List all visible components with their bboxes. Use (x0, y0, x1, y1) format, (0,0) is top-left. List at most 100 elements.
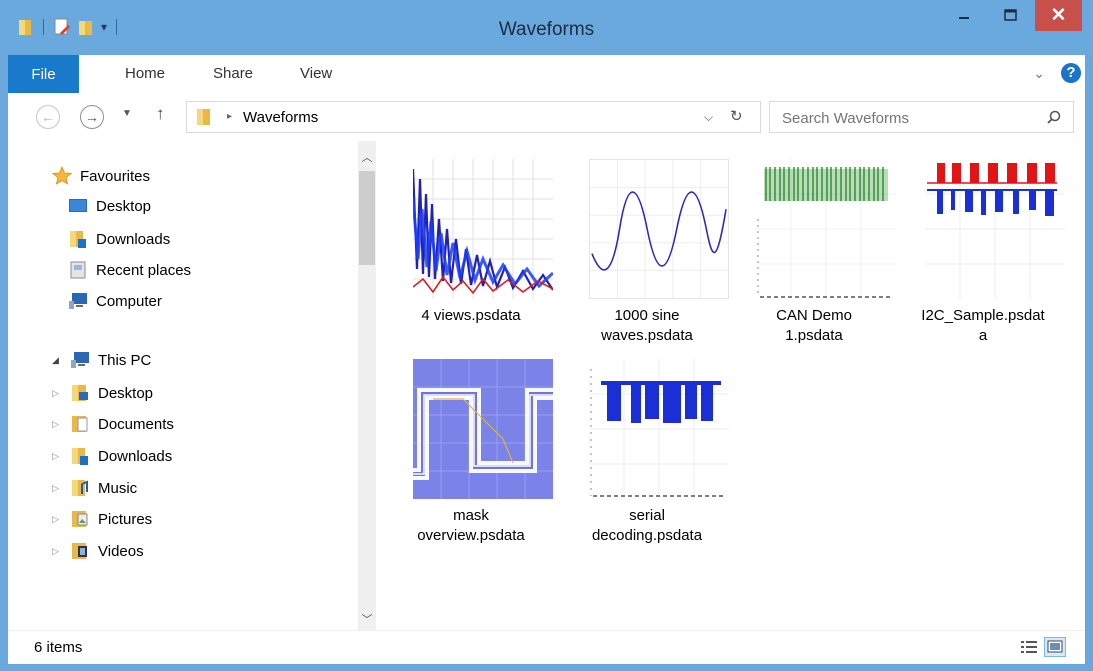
back-button[interactable]: ← (36, 105, 60, 129)
file-item[interactable]: 1000 sine waves.psdata (562, 159, 732, 344)
sidebar-item-videos[interactable]: ▷ Videos (52, 541, 144, 561)
sidebar-item-pc-downloads[interactable]: ▷ Downloads (52, 446, 172, 466)
collapsed-arrow-icon[interactable]: ▷ (52, 546, 62, 557)
file-name: CAN Demo 1.psdata (729, 306, 899, 346)
address-bar[interactable]: ▸ Waveforms ⌵ ↻ (186, 101, 761, 133)
file-item[interactable]: serial decoding.psdata (562, 359, 732, 549)
tab-file[interactable]: File (8, 55, 79, 93)
waveform-thumbnail (589, 159, 729, 299)
file-item[interactable]: mask overview.psdata (386, 359, 556, 549)
window-title: Waveforms (498, 19, 595, 40)
expand-ribbon-icon[interactable]: ⌄ (1033, 65, 1045, 82)
sidebar-item-downloads[interactable]: Downloads (68, 229, 170, 249)
minimize-icon (959, 17, 969, 19)
expanded-arrow-icon[interactable]: ◢ (52, 355, 62, 366)
file-name-line: 4 views.psdata (421, 307, 521, 324)
collapsed-arrow-icon[interactable]: ▷ (52, 419, 62, 430)
downloads-folder-icon (72, 448, 88, 465)
forward-button[interactable]: → (80, 105, 104, 129)
scroll-down-icon[interactable]: ﹀ (358, 611, 376, 627)
music-folder-icon (72, 480, 88, 496)
collapsed-arrow-icon[interactable]: ▷ (52, 483, 62, 494)
file-name-line: decoding.psdata (591, 527, 703, 544)
sidebar-item-label: Videos (98, 542, 144, 560)
downloads-icon (70, 231, 86, 248)
tab-home[interactable]: Home (125, 65, 165, 82)
details-view-icon (1021, 641, 1037, 653)
details-view-button[interactable] (1018, 637, 1040, 657)
collapsed-arrow-icon[interactable]: ▷ (52, 514, 62, 525)
recent-locations-icon[interactable]: ▼ (122, 108, 132, 119)
sidebar-item-documents[interactable]: ▷ Documents (52, 414, 174, 434)
maximize-icon (1003, 9, 1017, 21)
close-button[interactable]: ✕ (1035, 0, 1082, 31)
computer-icon (69, 293, 87, 309)
minimize-button[interactable] (941, 0, 987, 30)
sidebar-item-desktop[interactable]: Desktop (68, 197, 151, 215)
navigation-pane: Favourites Desktop Downloads Recent plac… (8, 141, 358, 630)
maximize-button[interactable] (987, 0, 1033, 30)
scroll-up-icon[interactable]: ︿ (358, 149, 376, 165)
file-name: mask overview.psdata (386, 506, 556, 546)
videos-folder-icon (72, 543, 87, 559)
file-name-line: serial (629, 507, 665, 524)
item-count: 6 items (34, 639, 83, 656)
file-name: I2C_Sample.psdat a (898, 306, 1068, 346)
sidebar-item-this-pc[interactable]: ◢ This PC (52, 351, 151, 369)
sidebar-item-computer[interactable]: Computer (68, 292, 162, 310)
search-icon[interactable] (1047, 110, 1061, 124)
chevron-down-icon[interactable]: ⌵ (704, 110, 713, 125)
sidebar-item-label: Documents (98, 415, 174, 433)
status-bar: 6 items (8, 630, 1085, 664)
address-toolbar: ← → ▼ ↑ ▸ Waveforms ⌵ ↻ (8, 93, 1085, 141)
file-name-line: overview.psdata (417, 527, 525, 544)
nav-pane-scrollbar[interactable]: ︿ ﹀ (358, 141, 376, 630)
close-icon: ✕ (1050, 5, 1067, 26)
file-name-line: CAN Demo (776, 307, 852, 324)
sidebar-item-label: Downloads (96, 230, 171, 248)
file-name-line: I2C_Sample.psdat (921, 307, 1045, 324)
search-box[interactable] (769, 101, 1074, 133)
tab-share[interactable]: Share (213, 65, 253, 82)
sidebar-item-label: Music (98, 479, 138, 497)
sidebar-item-label: This PC (98, 351, 152, 369)
ribbon: File Home Share View ⌄ ? (8, 55, 1085, 94)
breadcrumb-chevron-icon[interactable]: ▸ (227, 111, 232, 122)
sidebar-item-favourites[interactable]: Favourites (52, 166, 150, 186)
main-area: Favourites Desktop Downloads Recent plac… (8, 141, 1085, 630)
sidebar-item-recent-places[interactable]: Recent places (68, 260, 191, 280)
file-item[interactable]: CAN Demo 1.psdata (729, 159, 899, 344)
file-name-line: 1000 sine (614, 307, 680, 324)
large-icons-view-button[interactable] (1044, 637, 1066, 657)
file-name-line: a (978, 327, 988, 344)
sidebar-item-music[interactable]: ▷ Music (52, 478, 137, 498)
file-name-line: mask (453, 507, 489, 524)
breadcrumb[interactable]: Waveforms (243, 109, 318, 126)
sidebar-item-label: Desktop (96, 197, 152, 215)
scroll-thumb[interactable] (359, 171, 375, 265)
sidebar-item-pc-desktop[interactable]: ▷ Desktop (52, 383, 153, 403)
file-item[interactable]: 4 views.psdata (386, 159, 556, 329)
waveform-thumbnail (413, 159, 553, 299)
sidebar-item-label: Desktop (98, 384, 154, 402)
sidebar-item-label: Downloads (98, 447, 173, 465)
explorer-window: ▾ Waveforms ✕ File Home Share View ⌄ ? ←… (0, 0, 1093, 671)
this-pc-icon (71, 352, 89, 368)
sidebar-item-pictures[interactable]: ▷ Pictures (52, 509, 152, 529)
waveform-thumbnail (756, 159, 896, 299)
desktop-folder-icon (72, 385, 88, 401)
file-item[interactable]: I2C_Sample.psdat a (898, 159, 1068, 344)
pictures-folder-icon (72, 511, 88, 527)
help-icon[interactable]: ? (1061, 63, 1081, 83)
documents-folder-icon (72, 416, 88, 432)
search-input[interactable] (780, 107, 1034, 129)
waveform-thumbnail (925, 159, 1065, 299)
up-arrow-icon[interactable]: ↑ (156, 104, 165, 124)
refresh-icon[interactable]: ↻ (730, 107, 743, 125)
collapsed-arrow-icon[interactable]: ▷ (52, 388, 62, 399)
collapsed-arrow-icon[interactable]: ▷ (52, 451, 62, 462)
sidebar-item-label: Favourites (80, 167, 151, 185)
tab-view[interactable]: View (300, 65, 332, 82)
desktop-icon (69, 199, 87, 212)
file-list: 4 views.psdata 1000 sine waves.psdata CA… (376, 141, 1085, 630)
